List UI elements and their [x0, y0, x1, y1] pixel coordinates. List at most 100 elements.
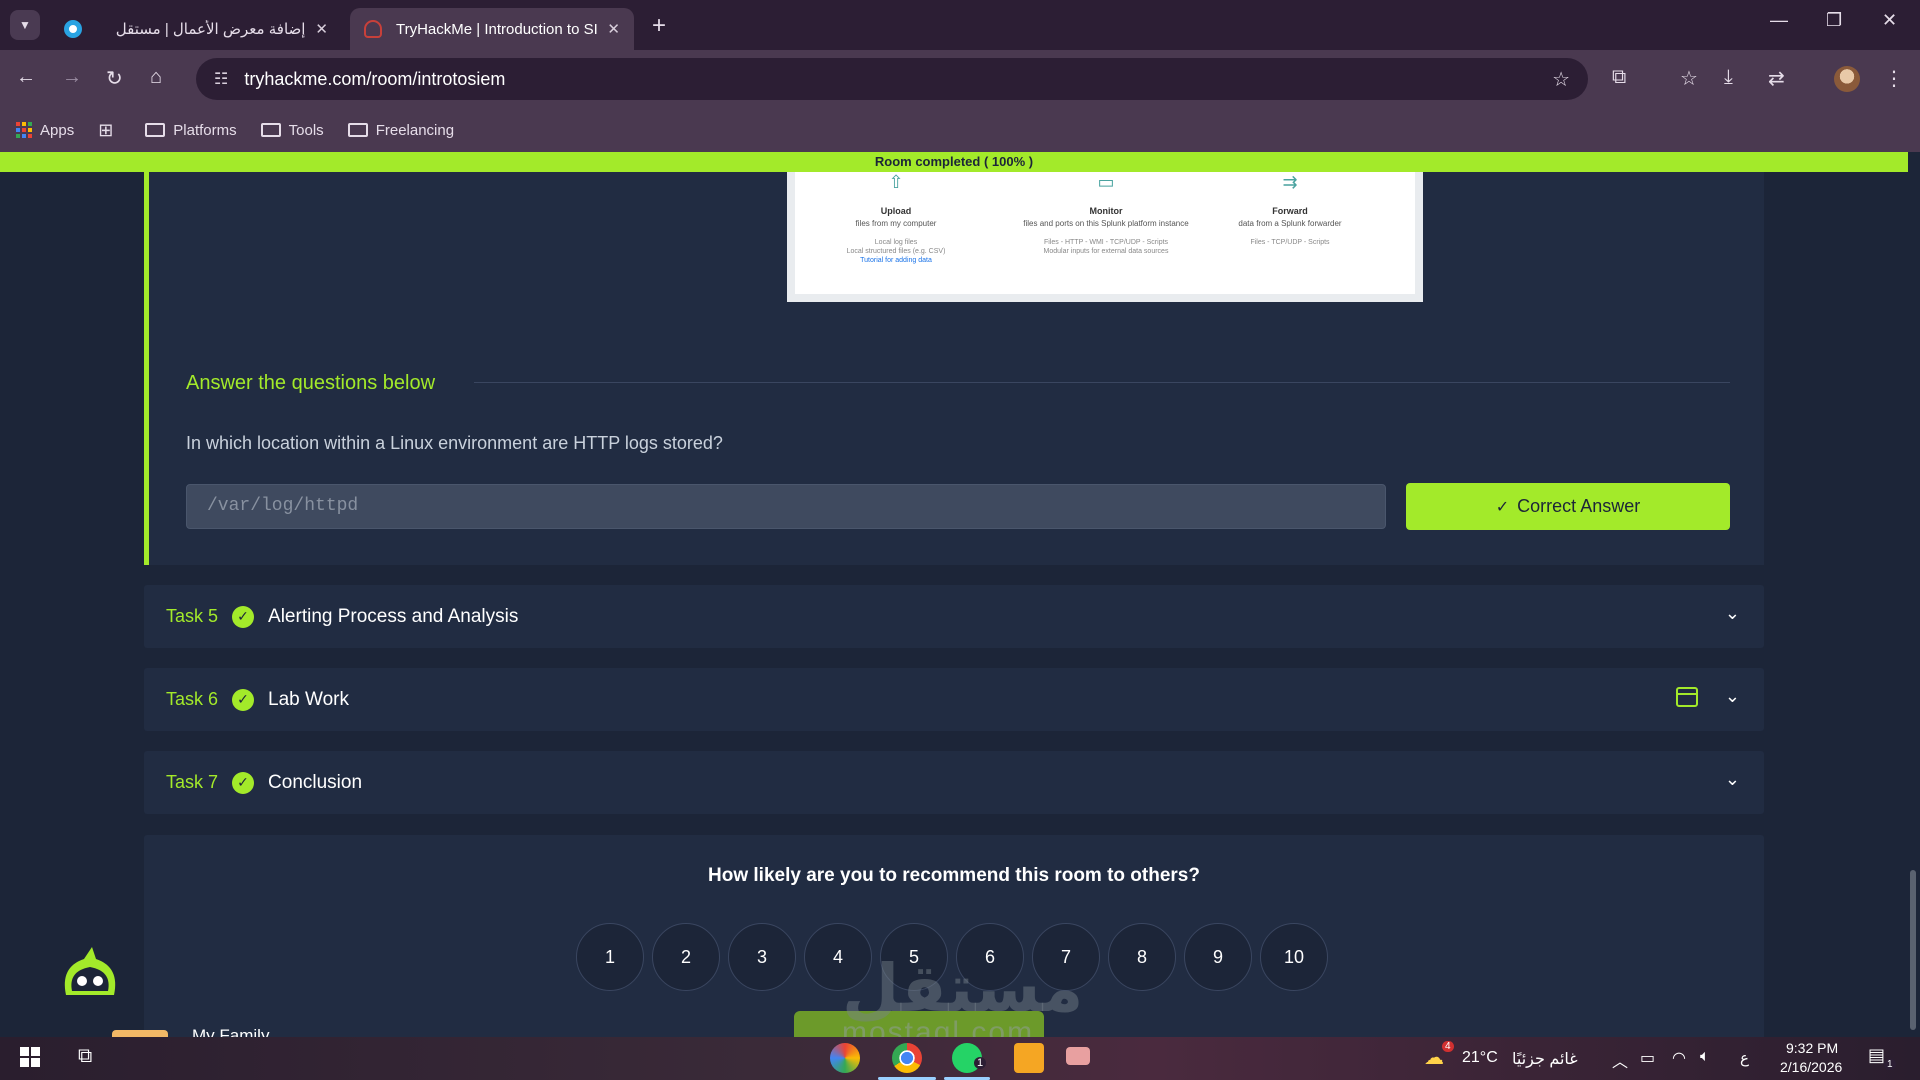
bookmark-star-icon[interactable]: ☆ — [1552, 67, 1570, 92]
room-progress-bar: Room completed ( 100% ) — [0, 152, 1908, 172]
tab-mostaql[interactable]: إضافة معرض الأعمال | مستقل ✕ — [50, 8, 342, 50]
button-label: Correct Answer — [1517, 496, 1641, 516]
option-subtitle: files from my computer — [855, 219, 937, 228]
reload-icon[interactable]: ↻ — [106, 66, 123, 91]
task-title: Lab Work — [268, 688, 349, 710]
rating-button[interactable]: 2 — [652, 923, 720, 991]
chevron-down-icon: ▼ — [19, 18, 31, 32]
input-language[interactable]: ع — [1740, 1049, 1749, 1067]
sublime-icon[interactable] — [1014, 1043, 1044, 1073]
option-detail: Modular inputs for external data sources — [1043, 248, 1169, 255]
task-view-icon[interactable]: ⧉ — [78, 1045, 92, 1068]
rating-button[interactable]: 9 — [1184, 923, 1252, 991]
heading-divider — [474, 382, 1730, 383]
chevron-down-icon[interactable]: ⌄ — [1725, 603, 1740, 624]
tab-tryhackme[interactable]: TryHackMe | Introduction to SIE ✕ — [350, 8, 634, 50]
profile-avatar[interactable] — [1834, 66, 1860, 92]
tab-groups-button[interactable]: ⊞ — [98, 120, 121, 141]
correct-answer-button[interactable]: ✓ Correct Answer — [1406, 483, 1730, 530]
bookmark-tools[interactable]: Tools — [260, 121, 324, 139]
tutorial-link[interactable]: Tutorial for adding data — [801, 256, 991, 265]
bookmarks-icon[interactable]: ☆ — [1680, 66, 1698, 91]
option-details: Local log files Local structured files (… — [801, 238, 991, 265]
tryhackme-logo-icon[interactable] — [58, 945, 122, 1003]
site-settings-icon[interactable]: ☷ — [214, 69, 228, 89]
bookmarks-bar: Apps ⊞ Platforms Tools Freelancing — [0, 108, 1920, 152]
bookmark-apps[interactable]: Apps — [16, 122, 74, 139]
back-icon[interactable]: ← — [16, 66, 36, 89]
url-text[interactable]: tryhackme.com/room/introtosiem — [244, 69, 505, 90]
restore-icon[interactable]: ❐ — [1826, 10, 1842, 31]
battery-icon[interactable]: ▭ — [1640, 1048, 1655, 1068]
task-7-header[interactable]: Task 7 ✓ Conclusion ⌄ — [144, 751, 1764, 814]
notification-icon[interactable]: ▤ — [1868, 1045, 1885, 1066]
extensions-icon[interactable]: ⧉ — [1612, 66, 1626, 89]
option-details: Files - TCP/UDP - Scripts — [1195, 238, 1385, 247]
home-icon[interactable]: ⌂ — [150, 66, 162, 89]
option-title: Upload — [880, 206, 912, 216]
clock-time[interactable]: 9:32 PM — [1786, 1040, 1838, 1056]
wifi-icon[interactable]: ◠ — [1672, 1048, 1686, 1068]
menu-icon[interactable]: ⋮ — [1884, 66, 1904, 91]
forward-data-icon: ⇉ — [1282, 172, 1298, 192]
new-tab-button[interactable]: + — [652, 12, 666, 40]
option-title: Forward — [1272, 206, 1308, 216]
mostaql-favicon-icon — [64, 20, 82, 38]
room-content: ⇧ Upload files from my computer Local lo… — [0, 172, 1908, 1037]
apps-grid-icon — [16, 122, 32, 138]
completed-check-icon: ✓ — [232, 771, 255, 794]
whatsapp-badge: 1 — [974, 1057, 987, 1069]
chevron-up-icon[interactable]: ︿ — [1612, 1048, 1628, 1072]
task-title: Alerting Process and Analysis — [268, 605, 519, 627]
minimize-icon[interactable]: — — [1770, 10, 1788, 31]
copilot-icon[interactable] — [830, 1043, 860, 1073]
rating-button[interactable]: 10 — [1260, 923, 1328, 991]
rating-button[interactable]: 8 — [1108, 923, 1176, 991]
weather-icon[interactable]: ☁ — [1424, 1045, 1444, 1070]
task-4-panel: ⇧ Upload files from my computer Local lo… — [144, 172, 1764, 565]
download-icon[interactable]: ⤓ — [1724, 66, 1733, 89]
clock-date[interactable]: 2/16/2026 — [1780, 1059, 1842, 1075]
task-title: Conclusion — [268, 771, 363, 793]
task-number: Task 7 — [166, 772, 219, 792]
forward-icon[interactable]: → — [62, 66, 82, 89]
close-icon[interactable]: ✕ — [315, 20, 328, 38]
bookmark-freelancing[interactable]: Freelancing — [347, 121, 455, 139]
rating-button[interactable]: 1 — [576, 923, 644, 991]
task-5-header[interactable]: Task 5 ✓ Alerting Process and Analysis ⌄ — [144, 585, 1764, 648]
weather-description[interactable]: غائم جزئيًا — [1512, 1049, 1578, 1069]
option-subtitle: files and ports on this Splunk platform … — [1023, 219, 1189, 228]
answer-field[interactable]: /var/log/httpd — [186, 484, 1386, 529]
machine-icon[interactable] — [1676, 687, 1698, 707]
weather-temp[interactable]: 21°C — [1462, 1049, 1498, 1067]
toolbar: ← → ↻ ⌂ ☷ tryhackme.com/room/introtosiem… — [0, 50, 1920, 108]
close-window-icon[interactable]: ✕ — [1882, 10, 1897, 31]
splunk-add-data-screenshot: ⇧ Upload files from my computer Local lo… — [787, 172, 1423, 302]
bookmark-label: Tools — [288, 121, 324, 139]
tab-search-button[interactable]: ▼ — [10, 10, 40, 40]
chrome-icon[interactable] — [892, 1043, 922, 1073]
option-details: Files - HTTP - WMI - TCP/UDP - Scripts M… — [1011, 238, 1201, 256]
answer-questions-heading: Answer the questions below — [186, 372, 436, 394]
translate-icon[interactable]: ⇄ — [1768, 66, 1785, 91]
option-detail: Local structured files (e.g. CSV) — [846, 248, 946, 255]
task-6-header[interactable]: Task 6 ✓ Lab Work ⌄ — [144, 668, 1764, 731]
bookmark-label: Freelancing — [375, 121, 455, 139]
tab-strip: ▼ إضافة معرض الأعمال | مستقل ✕ TryHackMe… — [0, 0, 1920, 50]
tab-title: TryHackMe | Introduction to SIE — [396, 20, 598, 38]
task-number: Task 6 — [166, 689, 219, 709]
rating-button[interactable]: 3 — [728, 923, 796, 991]
windows-taskbar: ⧉ 1 ☁ 4 21°C غائم جزئيًا ︿ ▭ ◠ 🔈︎ ع 9:32… — [0, 1037, 1920, 1080]
app-icon[interactable] — [1066, 1047, 1090, 1065]
bookmark-platforms[interactable]: Platforms — [145, 122, 237, 139]
close-icon[interactable]: ✕ — [607, 20, 620, 38]
scrollbar-thumb[interactable] — [1910, 870, 1916, 1030]
volume-icon[interactable]: 🔈︎ — [1700, 1048, 1710, 1066]
option-title: Monitor — [1089, 206, 1123, 216]
address-bar[interactable]: ☷ tryhackme.com/room/introtosiem ☆ — [196, 58, 1588, 100]
chevron-down-icon[interactable]: ⌄ — [1725, 769, 1740, 790]
chevron-down-icon[interactable]: ⌄ — [1725, 686, 1740, 707]
folder-icon — [347, 123, 368, 137]
question-text: In which location within a Linux environ… — [186, 433, 723, 453]
start-windows-icon[interactable] — [20, 1047, 40, 1067]
